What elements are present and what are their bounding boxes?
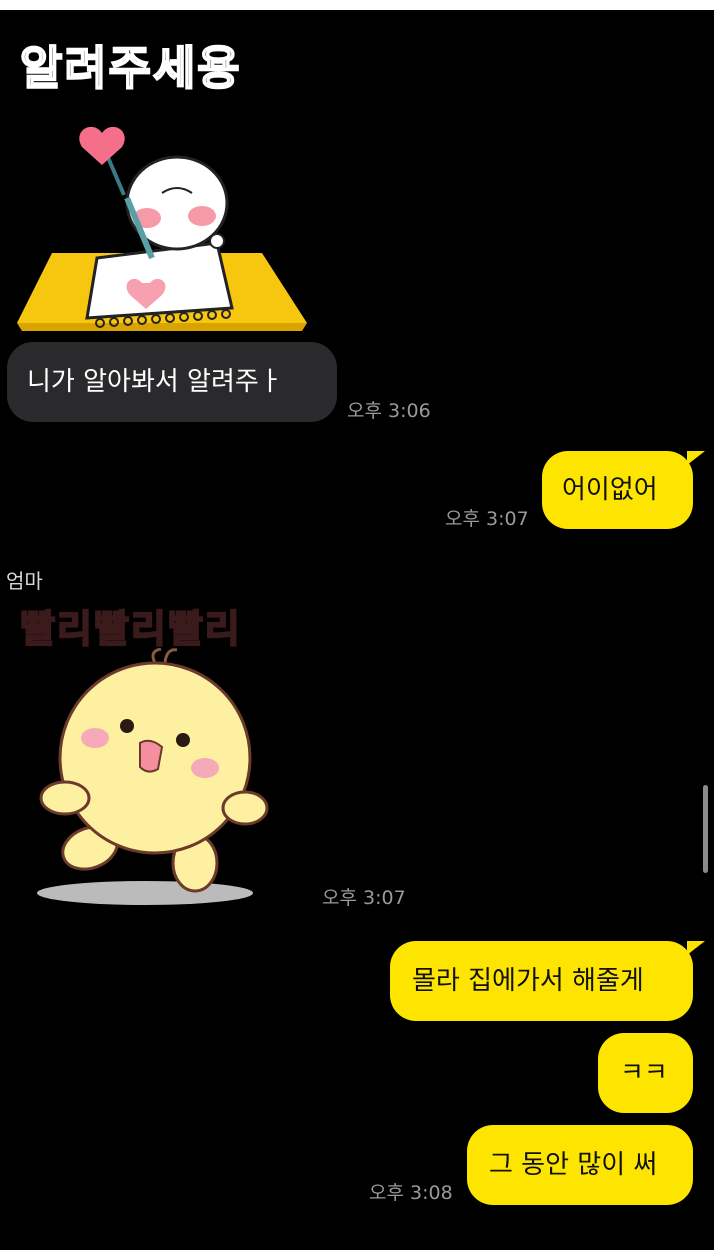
sender-name: 엄마 — [6, 569, 43, 593]
message-timestamp: 오후 3:08 — [369, 1182, 453, 1204]
message-bubble-outgoing[interactable]: 몰라 집에가서 해줄게 — [390, 941, 705, 1021]
sticker-caption-text: 빨리빨리빨리 — [19, 606, 242, 652]
message-text: 어이없어 — [562, 475, 658, 505]
sticker-caption-text: 알려주세용 — [19, 40, 242, 96]
scrollbar-thumb[interactable] — [703, 785, 708, 873]
bubble-tail — [687, 451, 705, 465]
bubble-tail — [687, 941, 705, 955]
message-bubble-outgoing[interactable]: ㅋㅋ — [598, 1033, 693, 1113]
sticker-writing[interactable]: 알려주세용 — [12, 28, 312, 333]
message-timestamp: 오후 3:07 — [445, 508, 529, 530]
message-bubble-incoming[interactable]: 니가 알아봐서 알려주ㅏ — [7, 342, 337, 422]
message-text: ㅋㅋ — [620, 1058, 668, 1088]
running-character-illustration — [37, 648, 269, 905]
message-bubble-outgoing[interactable]: 어이없어 — [542, 451, 705, 529]
writing-character-illustration — [17, 126, 307, 331]
message-timestamp: 오후 3:07 — [322, 887, 406, 909]
message-text: 몰라 집에가서 해줄게 — [412, 966, 644, 996]
message-bubble-outgoing[interactable]: 그 동안 많이 써 — [467, 1125, 693, 1205]
message-text: 니가 알아봐서 알려주ㅏ — [27, 367, 283, 397]
status-bar-strip — [0, 0, 714, 10]
message-text: 그 동안 많이 써 — [489, 1150, 658, 1180]
sticker-running[interactable]: 빨리빨리빨리 — [19, 598, 320, 910]
message-timestamp: 오후 3:06 — [347, 400, 431, 422]
